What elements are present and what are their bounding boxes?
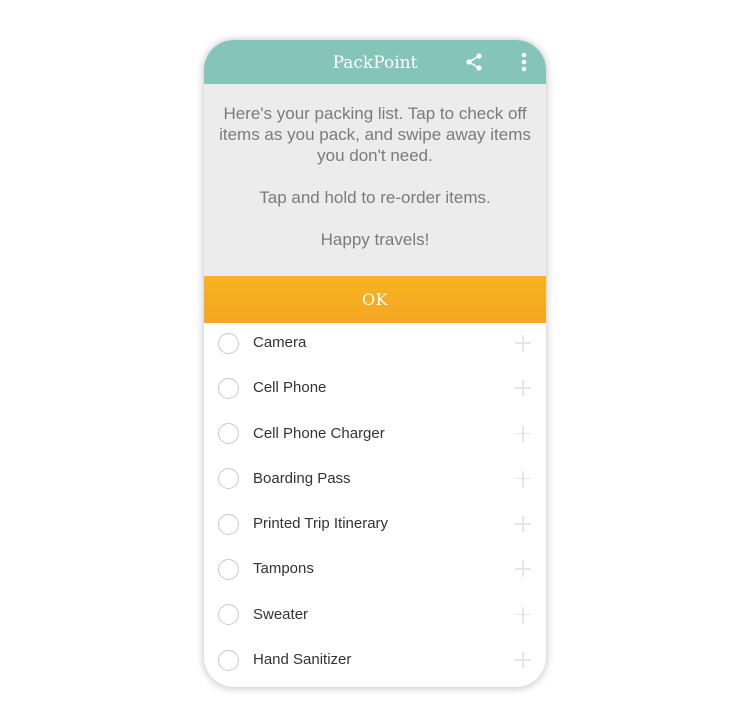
list-item[interactable]: Cell Phone (204, 368, 546, 413)
info-banner: Here's your packing list. Tap to check o… (204, 84, 546, 276)
phone-frame: PackPoint Here's your packing list. Tap … (204, 40, 546, 687)
item-label: Tampons (253, 560, 314, 578)
banner-message-reorder: Tap and hold to re-order items. (259, 188, 491, 207)
item-label: Printed Trip Itinerary (253, 515, 389, 533)
banner-message-instructions: Here's your packing list. Tap to check o… (219, 104, 531, 165)
add-icon[interactable] (515, 470, 531, 487)
app-title: PackPoint (332, 53, 418, 73)
checkbox-circle-icon[interactable] (218, 332, 239, 354)
add-icon[interactable] (515, 335, 531, 351)
checkbox-circle-icon[interactable] (218, 604, 239, 626)
list-item[interactable]: Tampons (204, 549, 546, 594)
list-item[interactable]: Camera (204, 323, 546, 368)
list-item[interactable]: Boarding Pass (204, 459, 546, 504)
checkbox-circle-icon[interactable] (218, 558, 239, 580)
item-label: Hand Sanitizer (253, 651, 352, 669)
more-vert-icon[interactable] (516, 51, 532, 73)
list-item[interactable]: Cell Phone Charger (204, 414, 546, 459)
add-icon[interactable] (515, 606, 531, 623)
add-icon[interactable] (515, 652, 531, 669)
checkbox-circle-icon[interactable] (218, 649, 239, 671)
checkbox-circle-icon[interactable] (218, 423, 239, 445)
add-icon[interactable] (515, 380, 531, 397)
checkbox-circle-icon[interactable] (218, 377, 239, 399)
share-icon[interactable] (464, 52, 484, 72)
list-item[interactable]: Sweater (204, 595, 546, 640)
item-label: Boarding Pass (253, 469, 351, 487)
add-icon[interactable] (515, 425, 531, 442)
item-label: Camera (253, 334, 307, 351)
packing-list: Camera Cell Phone Cell Phone Charger Boa… (204, 323, 546, 685)
checkbox-circle-icon[interactable] (218, 468, 239, 490)
add-icon[interactable] (515, 516, 531, 533)
item-label: Cell Phone Charger (253, 424, 385, 442)
item-label: Sweater (253, 605, 309, 623)
checkbox-circle-icon[interactable] (218, 513, 239, 535)
add-icon[interactable] (515, 561, 531, 578)
app-bar: PackPoint (204, 40, 546, 84)
list-item[interactable]: Hand Sanitizer (204, 640, 546, 685)
list-item[interactable]: Printed Trip Itinerary (204, 504, 546, 549)
ok-button[interactable]: OK (204, 276, 546, 323)
item-label: Cell Phone (253, 379, 327, 397)
banner-message-farewell: Happy travels! (320, 230, 430, 249)
